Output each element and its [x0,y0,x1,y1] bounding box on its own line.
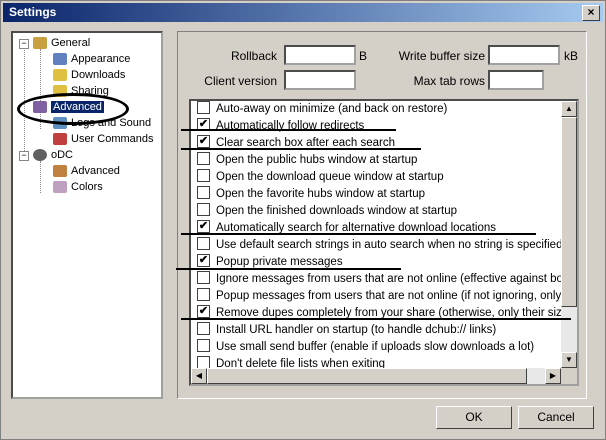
option-row[interactable]: Use default search strings in auto searc… [197,237,562,254]
highlight-ellipse [17,93,129,125]
downloads-icon [53,69,67,82]
colors-icon [53,181,67,194]
cancel-button[interactable]: Cancel [518,406,594,429]
odc-advanced-icon [53,165,67,178]
checkbox[interactable] [197,339,210,353]
option-row[interactable]: Use small send buffer (enable if uploads… [197,339,534,356]
vertical-scrollbar[interactable]: ▲ ▼ [561,101,577,368]
underline-mark [181,129,396,131]
max-tab-rows-label: Max tab rows [413,74,485,88]
ok-button[interactable]: OK [436,406,512,429]
underline-mark [181,148,421,150]
checkbox[interactable] [197,101,210,115]
odc-icon [33,149,47,162]
scroll-corner [561,368,577,384]
checkbox[interactable] [197,152,210,166]
checkbox[interactable] [197,288,210,302]
checkbox[interactable] [197,203,210,217]
write-buffer-unit: kB [564,49,579,63]
checkbox[interactable] [197,322,210,336]
general-expander[interactable]: − [19,39,29,49]
general-icon [33,37,47,50]
odc-expander[interactable]: − [19,151,29,161]
tree-item-appearance[interactable]: Appearance [53,51,130,67]
tree-item-user-commands[interactable]: User Commands [53,131,154,147]
rollback-label: Rollback [230,49,277,63]
underline-mark [176,268,401,270]
window-title: Settings [9,5,57,19]
close-button[interactable]: × [582,5,600,21]
tree-item-odc[interactable]: oDC [33,147,73,163]
tree-item-downloads[interactable]: Downloads [53,67,125,83]
horizontal-scrollbar[interactable]: ◀ ▶ [191,368,561,384]
scroll-up-button[interactable]: ▲ [561,101,577,117]
scroll-right-button[interactable]: ▶ [545,368,561,384]
settings-window: Settings × − General Appearance Download… [0,0,606,440]
checkbox[interactable] [197,169,210,183]
options-list[interactable]: Auto-away on minimize (and back on resto… [189,99,579,386]
underline-mark [181,318,571,320]
write-buffer-label: Write buffer size [398,49,485,63]
settings-tree[interactable]: − General Appearance Downloads Sharing A… [11,31,163,399]
title-bar[interactable]: Settings × [3,3,603,22]
checkbox[interactable]: ✔ [197,305,210,319]
rollback-unit: B [359,49,368,63]
tree-item-general[interactable]: General [33,35,90,51]
option-row[interactable]: Ignore messages from users that are not … [197,271,576,288]
tree-item-colors[interactable]: Colors [53,179,103,195]
max-tab-rows-input[interactable] [488,70,544,90]
write-buffer-input[interactable] [488,45,560,65]
underline-mark [181,233,536,235]
option-row[interactable]: Auto-away on minimize (and back on resto… [197,101,447,118]
option-row[interactable]: Open the favorite hubs window at startup [197,186,425,203]
checkbox[interactable]: ✔ [197,254,210,268]
checkbox[interactable] [197,271,210,285]
checkbox[interactable] [197,237,210,251]
checkbox[interactable]: ✔ [197,220,210,234]
client-version-label: Client version [204,74,277,88]
rollback-input[interactable] [284,45,356,65]
scroll-thumb-horizontal[interactable] [207,368,527,384]
option-row[interactable]: Open the finished downloads window at st… [197,203,457,220]
option-row[interactable]: Popup messages from users that are not o… [197,288,577,305]
scroll-thumb[interactable] [561,117,577,307]
checkbox[interactable]: ✔ [197,135,210,149]
scroll-left-button[interactable]: ◀ [191,368,207,384]
checkbox[interactable] [197,186,210,200]
tree-connector [40,161,41,193]
commands-icon [53,133,67,146]
option-row[interactable]: ✔ Automatically follow redirects [197,118,364,135]
scroll-down-button[interactable]: ▼ [561,352,577,368]
option-row[interactable]: Install URL handler on startup (to handl… [197,322,496,339]
option-row[interactable]: Open the download queue window at startu… [197,169,444,186]
client-version-input[interactable] [284,70,356,90]
tree-item-odc-advanced[interactable]: Advanced [53,163,120,179]
appearance-icon [53,53,67,66]
option-row[interactable]: Open the public hubs window at startup [197,152,417,169]
